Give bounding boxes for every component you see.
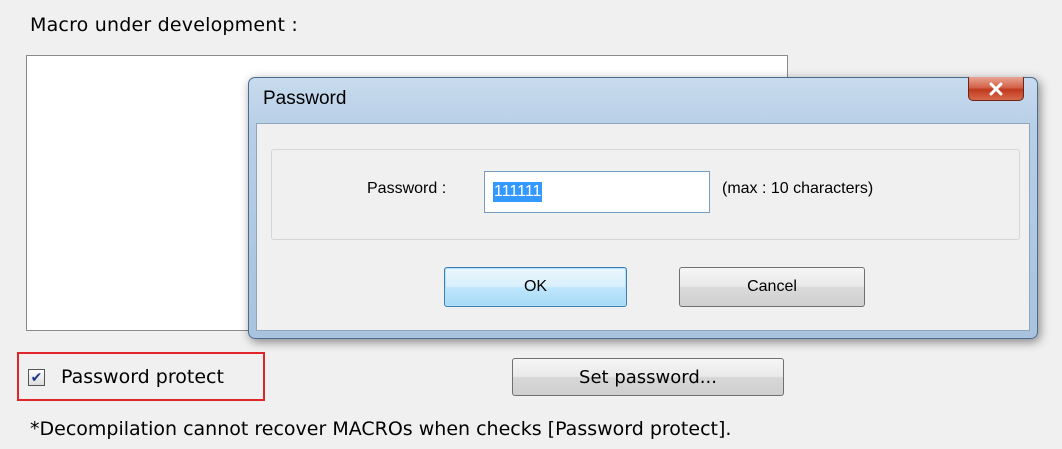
- password-value: 111111: [493, 182, 543, 202]
- password-hint: (max : 10 characters): [722, 180, 874, 197]
- close-icon: [989, 82, 1003, 95]
- password-protect-label[interactable]: Password protect: [61, 366, 224, 388]
- set-password-button[interactable]: Set password...: [512, 358, 784, 396]
- password-input[interactable]: 111111: [484, 171, 710, 213]
- dialog-title: Password: [263, 88, 347, 109]
- dialog-close-button[interactable]: [968, 77, 1024, 101]
- cancel-button[interactable]: Cancel: [679, 267, 865, 307]
- ok-button[interactable]: OK: [444, 267, 627, 307]
- decompilation-note: *Decompilation cannot recover MACROs whe…: [30, 418, 732, 440]
- check-icon: ✔: [30, 369, 43, 386]
- password-protect-checkbox[interactable]: ✔: [28, 369, 45, 386]
- password-group: Password : 111111 (max : 10 characters): [271, 149, 1020, 240]
- password-label: Password :: [367, 180, 447, 197]
- dialog-body: Password : 111111 (max : 10 characters) …: [256, 123, 1030, 331]
- macro-section-label: Macro under development :: [30, 14, 299, 36]
- password-dialog: Password Password : 111111 (max : 10 cha…: [248, 77, 1038, 339]
